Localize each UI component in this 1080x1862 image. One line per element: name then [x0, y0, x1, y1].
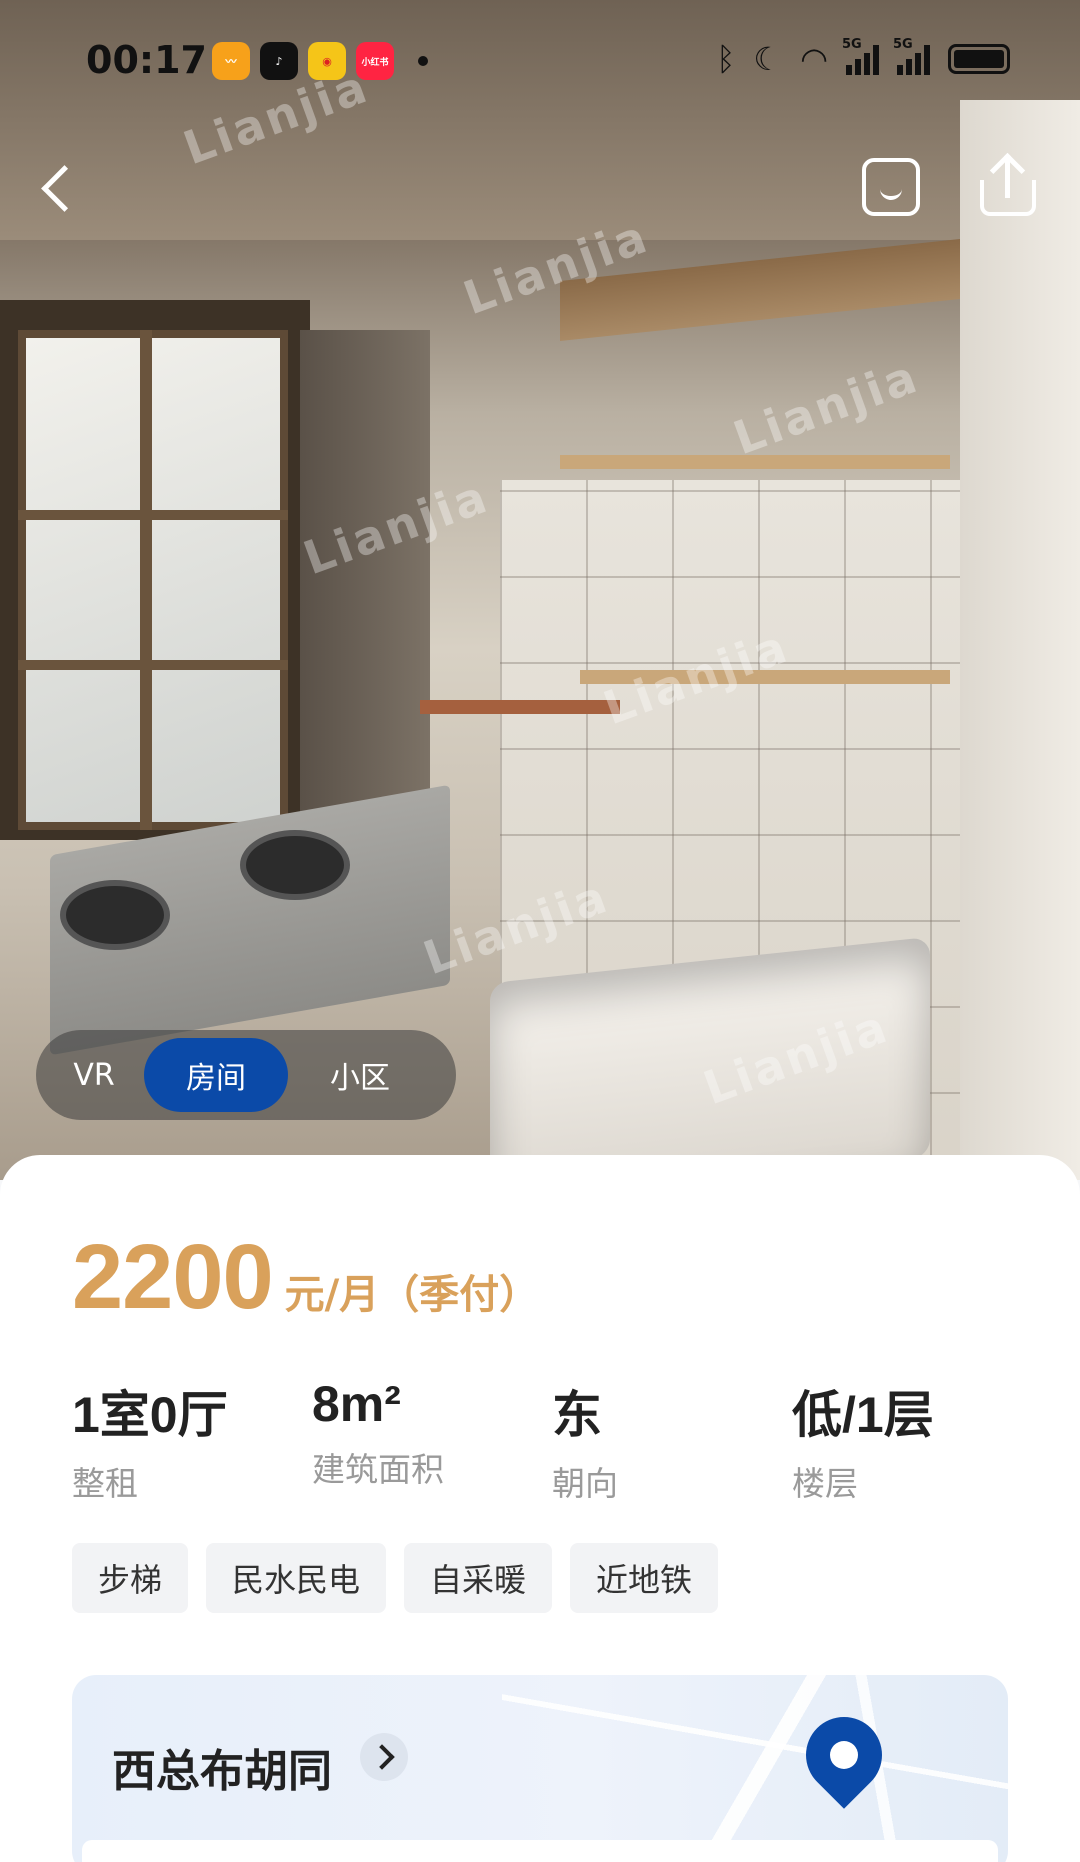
battery-icon [948, 44, 1010, 74]
more-notifications-dot [418, 56, 428, 66]
status-bar: 00:17 〰 ♪ ◉ 小红书 ᛒ ☾ ◠ 5G 5G [0, 0, 1080, 120]
feature-tags: 步梯 民水民电 自采暖 近地铁 [72, 1543, 719, 1613]
tag-stairs: 步梯 [72, 1543, 189, 1613]
map-card-footer [82, 1840, 998, 1862]
spec-value: 东 [552, 1387, 602, 1443]
network-type-label: 5G [893, 37, 913, 52]
chevron-right-icon[interactable] [360, 1733, 408, 1781]
location-map-card[interactable]: 西总布胡同 [72, 1675, 1008, 1862]
status-clock: 00:17 [86, 38, 207, 82]
media-tab-switcher: VR 房间 小区 [36, 1030, 456, 1120]
spec-value: 低/1层 [792, 1387, 934, 1443]
photo-right-wall [960, 100, 1080, 1180]
tag-residential-utilities: 民水民电 [206, 1543, 387, 1613]
photo-burner [60, 880, 170, 950]
spec-layout: 1室0厅 整租 [72, 1375, 312, 1505]
spec-label: 建筑面积 [312, 1450, 444, 1489]
share-icon[interactable] [980, 158, 1036, 216]
spec-floor: 低/1层 楼层 [792, 1375, 1032, 1505]
tab-vr[interactable]: VR [44, 1038, 144, 1112]
location-name: 西总布胡同 [112, 1746, 332, 1797]
price-amount: 2200 [72, 1226, 274, 1328]
spec-value: 8m² [312, 1376, 401, 1432]
bluetooth-icon: ᛒ [716, 40, 736, 78]
photo-window-bar [18, 510, 288, 520]
listing-specs: 1室0厅 整租 8m² 建筑面积 东 朝向 低/1层 楼层 [72, 1375, 1032, 1505]
chat-icon[interactable] [862, 158, 920, 216]
spec-orientation: 东 朝向 [552, 1375, 792, 1505]
photo-window-bar [18, 660, 288, 670]
tab-community[interactable]: 小区 [288, 1038, 432, 1112]
weibo-app-icon: ◉ [308, 42, 346, 80]
tag-near-subway: 近地铁 [570, 1543, 719, 1613]
spec-label: 朝向 [552, 1464, 618, 1503]
back-button[interactable] [38, 160, 78, 216]
share-icon-arrow [1005, 158, 1010, 198]
spec-label: 整租 [72, 1464, 138, 1503]
photo-burner [240, 830, 350, 900]
system-status-icons: ᛒ ☾ ◠ 5G 5G [716, 37, 1010, 78]
cellular-signal-icon: 5G [842, 37, 879, 75]
cellular-signal-icon: 5G [893, 37, 930, 75]
do-not-disturb-moon-icon: ☾ [753, 40, 783, 78]
tab-rooms[interactable]: 房间 [144, 1038, 288, 1112]
spec-label: 楼层 [792, 1464, 858, 1503]
watermark-lianjia: Lianjia [726, 348, 926, 466]
photo-shelf [420, 700, 620, 714]
spec-area: 8m² 建筑面积 [312, 1375, 552, 1505]
tag-self-heating: 自采暖 [404, 1543, 553, 1613]
wifi-icon: ◠ [800, 40, 828, 78]
price-block: 2200 元/月（季付） [72, 1225, 539, 1330]
map-roads [502, 1675, 1008, 1862]
price-unit: 元/月（季付） [284, 1272, 540, 1318]
spec-value: 1室0厅 [72, 1387, 228, 1443]
xiaohongshu-app-icon: 小红书 [356, 42, 394, 80]
douyin-app-icon: ♪ [260, 42, 298, 80]
network-type-label: 5G [842, 37, 862, 52]
photo-window [18, 330, 288, 830]
huolala-app-icon: 〰 [212, 42, 250, 80]
photo-window-bar [140, 330, 152, 830]
